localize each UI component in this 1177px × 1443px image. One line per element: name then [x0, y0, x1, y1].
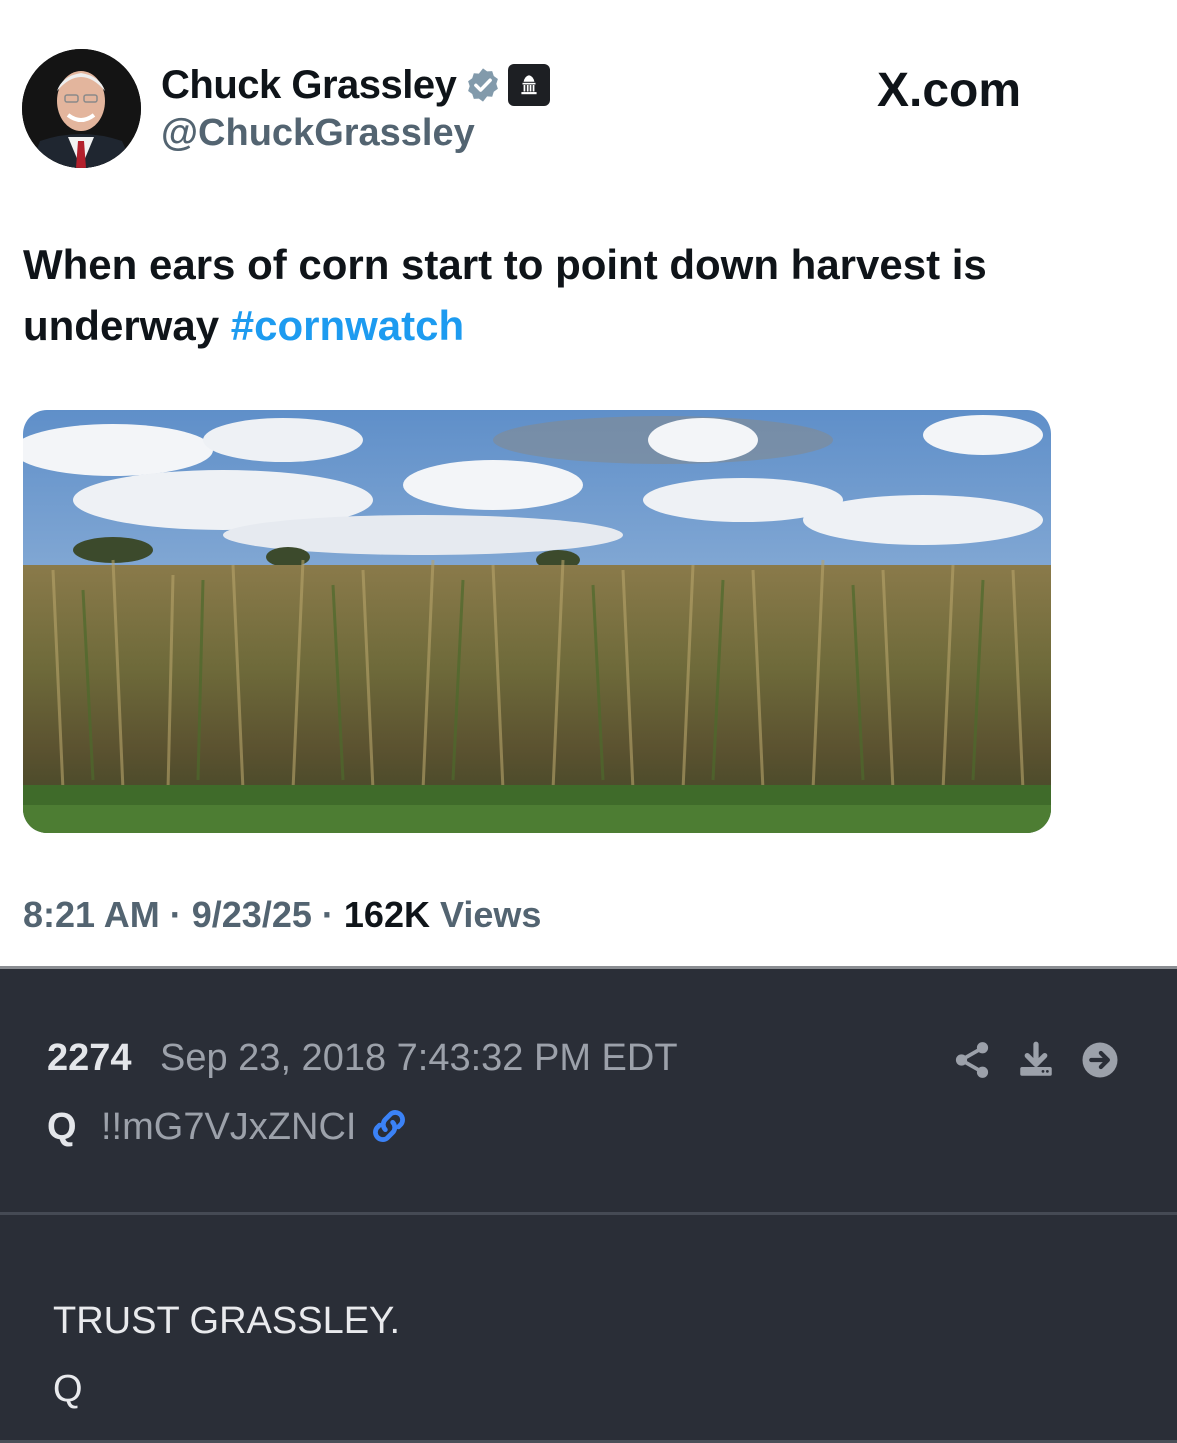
link-icon[interactable] — [367, 1104, 411, 1148]
meta-separator: · — [321, 894, 334, 935]
hashtag-link[interactable]: #cornwatch — [231, 302, 464, 349]
tweet-text: When ears of corn start to point down ha… — [23, 234, 1103, 356]
post-signature: Q — [53, 1368, 83, 1410]
views-count: 162K — [343, 894, 430, 935]
tweet-meta: 8:21 AM · 9/23/25 · 162K Views — [23, 894, 541, 936]
views-label: Views — [439, 894, 542, 935]
profile-avatar[interactable] — [22, 49, 141, 168]
user-handle[interactable]: @ChuckGrassley — [161, 112, 475, 155]
meta-separator: · — [169, 894, 182, 935]
tweet-media-image[interactable] — [23, 410, 1051, 833]
post-body: TRUST GRASSLEY. Q — [53, 1287, 400, 1423]
tweet-date[interactable]: 9/23/25 — [192, 894, 312, 935]
post-header: 2274 Sep 23, 2018 7:43:32 PM EDT Q !!mG7… — [0, 969, 1177, 1212]
share-icon[interactable] — [951, 1039, 993, 1081]
tweet-time[interactable]: 8:21 AM — [23, 894, 160, 935]
arrow-right-circle-icon[interactable] — [1079, 1039, 1121, 1081]
board-post: 2274 Sep 23, 2018 7:43:32 PM EDT Q !!mG7… — [0, 969, 1177, 1443]
brand-label: X.com — [877, 64, 1022, 117]
post-author: Q — [47, 1106, 77, 1148]
post-timestamp: Sep 23, 2018 7:43:32 PM EDT — [160, 1037, 678, 1079]
post-body-line: TRUST GRASSLEY. — [53, 1300, 401, 1342]
name-row: Chuck Grassley — [161, 60, 551, 110]
government-building-icon — [508, 64, 551, 106]
post-actions — [951, 1039, 1121, 1081]
post-tripcode: !!mG7VJxZNCI — [101, 1106, 357, 1148]
post-divider — [0, 1212, 1177, 1215]
display-name[interactable]: Chuck Grassley — [161, 63, 457, 108]
download-icon[interactable] — [1015, 1039, 1057, 1081]
post-number[interactable]: 2274 — [47, 1037, 132, 1080]
verified-badge-icon — [468, 68, 499, 102]
tweet-card: Chuck Grassley @ChuckGrassley X.com When… — [0, 0, 1177, 966]
tweet-body: When ears of corn start to point down ha… — [23, 241, 987, 349]
